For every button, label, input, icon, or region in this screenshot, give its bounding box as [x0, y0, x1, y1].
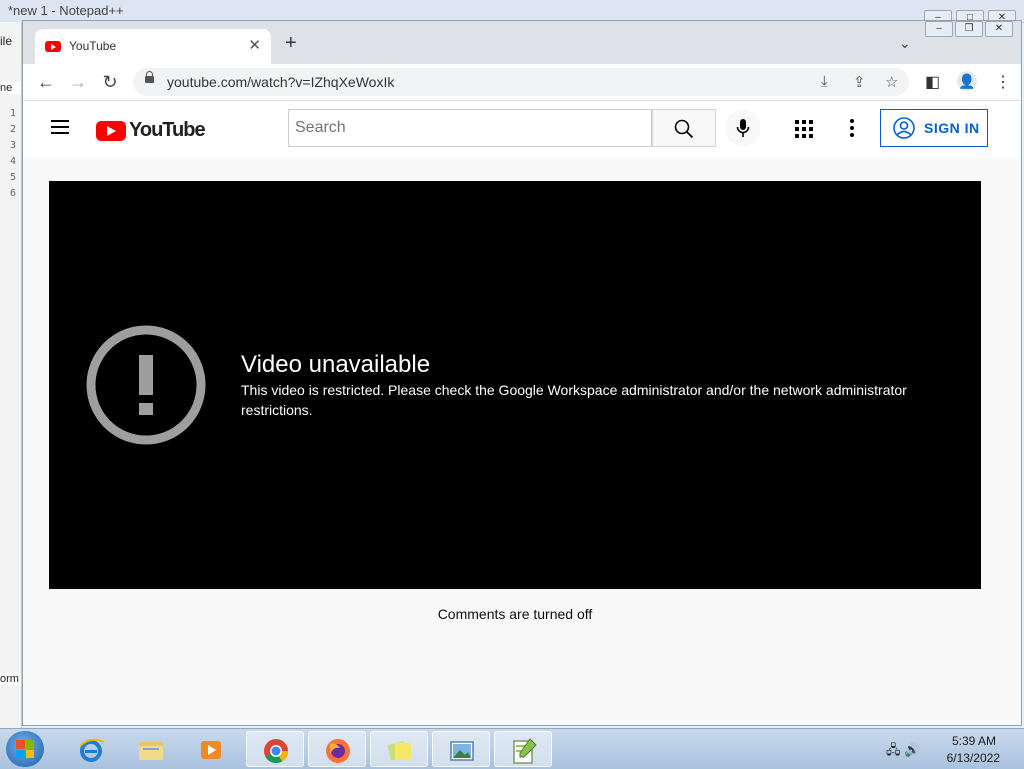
chrome-minimize-button[interactable]: – — [925, 21, 953, 37]
chrome-restore-button[interactable]: ❐ — [955, 21, 983, 37]
photo-viewer-icon — [450, 741, 474, 761]
reload-button[interactable]: ↻ — [99, 71, 121, 93]
video-player[interactable]: Video unavailable This video is restrict… — [49, 181, 981, 589]
youtube-page: YouTube SIGN IN — [23, 101, 1021, 725]
tab-youtube[interactable]: YouTube ✕ — [35, 29, 271, 64]
windows-logo-icon — [16, 740, 34, 758]
guide-menu-icon[interactable] — [51, 120, 69, 134]
notepad-plus-plus-icon — [513, 738, 537, 764]
youtube-favicon-icon — [45, 41, 61, 52]
lock-icon[interactable] — [145, 71, 154, 83]
back-button[interactable]: ← — [35, 71, 57, 93]
search-button[interactable] — [652, 109, 716, 147]
youtube-logo[interactable]: YouTube — [96, 119, 206, 142]
notepad-visible-strip: ile ne 1 2 3 4 5 6 orm — [0, 22, 22, 728]
taskbar-chrome[interactable] — [246, 731, 304, 767]
voice-search-button[interactable] — [725, 110, 761, 146]
address-bar[interactable]: youtube.com/watch?v=IZhqXeWoxIk ⤓ ⇪ ☆ — [133, 68, 909, 96]
firefox-icon — [326, 739, 350, 763]
clock-date[interactable]: 6/13/2022 — [947, 751, 1000, 765]
taskbar-media-player[interactable] — [182, 731, 240, 767]
close-tab-icon[interactable]: ✕ — [248, 36, 261, 54]
chrome-close-button[interactable]: ✕ — [985, 21, 1013, 37]
sign-in-button[interactable]: SIGN IN — [880, 109, 988, 147]
more-vertical-icon[interactable] — [849, 119, 855, 137]
taskbar-notepad-plus-plus[interactable] — [494, 731, 552, 767]
url-text[interactable]: youtube.com/watch?v=IZhqXeWoxIk — [167, 74, 394, 90]
install-icon[interactable]: ⤓ — [821, 73, 828, 90]
error-message: This video is restricted. Please check t… — [241, 382, 907, 418]
tab-title: YouTube — [69, 39, 117, 53]
taskbar: 🖧 🔊 5:39 AM 6/13/2022 — [0, 728, 1024, 769]
notepad-title: *new 1 - Notepad++ — [8, 3, 124, 18]
system-tray: 🖧 🔊 5:39 AM 6/13/2022 — [854, 729, 1024, 769]
tab-search-chevron-down-icon[interactable]: ⌄ — [899, 35, 911, 52]
taskbar-photo-viewer[interactable] — [432, 731, 490, 767]
start-button[interactable] — [6, 731, 44, 767]
tab-strip: YouTube ✕ + ⌄ – ❐ ✕ — [23, 21, 1021, 64]
line-numbers: 1 2 3 4 5 6 — [10, 108, 17, 199]
sticky-notes-icon — [387, 741, 411, 761]
microphone-icon — [736, 119, 750, 137]
notepad-status-fragment: orm — [0, 673, 21, 685]
side-panel-icon[interactable]: ◧ — [925, 72, 940, 92]
network-volume-icons[interactable]: 🖧 🔊 — [886, 741, 920, 763]
share-icon[interactable]: ⇪ — [853, 73, 866, 91]
taskbar-firefox[interactable] — [308, 731, 366, 767]
browser-toolbar: ← → ↻ youtube.com/watch?v=IZhqXeWoxIk ⤓ … — [23, 64, 1021, 101]
search-input[interactable] — [288, 109, 652, 147]
forward-button[interactable]: → — [67, 71, 89, 93]
comments-status: Comments are turned off — [437, 606, 593, 622]
taskbar-internet-explorer[interactable] — [62, 731, 120, 767]
new-tab-button[interactable]: + — [285, 33, 297, 53]
youtube-masthead: YouTube SIGN IN — [23, 101, 1021, 157]
notepad-menu-file[interactable]: ile — [0, 34, 12, 48]
bookmark-star-icon[interactable]: ☆ — [885, 73, 898, 91]
notepad-doc-tab[interactable]: ne — [0, 82, 21, 94]
media-player-icon — [201, 741, 221, 759]
warning-exclamation-icon — [86, 325, 206, 445]
taskbar-sticky-notes[interactable] — [370, 731, 428, 767]
clock-time[interactable]: 5:39 AM — [952, 734, 996, 748]
taskbar-file-explorer[interactable] — [122, 731, 180, 767]
internet-explorer-icon — [79, 738, 105, 762]
chrome-icon — [264, 739, 288, 764]
sign-in-label: SIGN IN — [924, 120, 980, 136]
search-icon — [674, 119, 694, 139]
chrome-window: YouTube ✕ + ⌄ – ❐ ✕ ← → ↻ youtube.com/wa… — [22, 20, 1022, 726]
profile-avatar-icon[interactable]: 👤 — [957, 71, 977, 91]
chrome-menu-icon[interactable]: ⋮ — [995, 72, 1011, 92]
error-title: Video unavailable — [241, 351, 431, 378]
youtube-play-icon — [96, 120, 126, 141]
folder-icon — [139, 742, 163, 760]
account-icon — [893, 117, 915, 139]
apps-grid-icon[interactable] — [795, 120, 813, 138]
